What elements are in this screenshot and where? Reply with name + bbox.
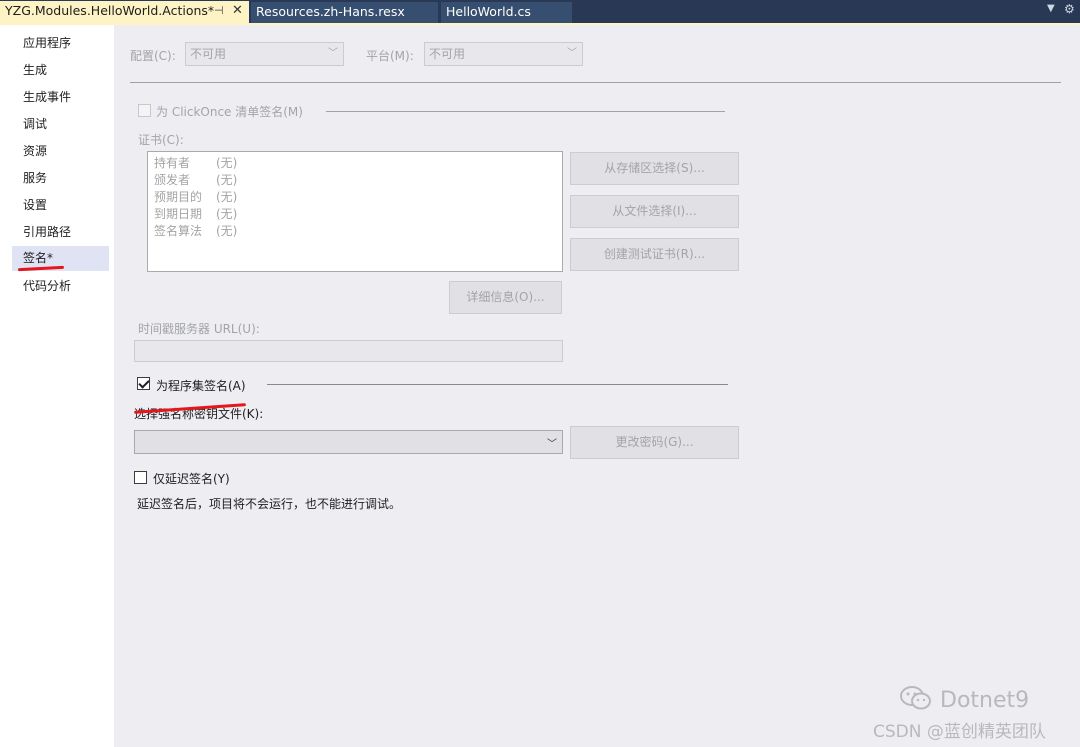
tab-label: HelloWorld.cs [446,4,531,19]
config-label: 配置(C): [130,49,176,63]
clickonce-label: 为 ClickOnce 清单签名(M) [156,105,303,119]
config-value: 不可用 [190,47,227,61]
keyfile-combo[interactable]: ﹀ [134,430,563,454]
chevron-down-icon: ﹀ [547,439,557,450]
nav-item-debug[interactable]: 调试 [12,112,109,137]
delay-sign-checkbox[interactable] [134,471,147,484]
tab-resources[interactable]: Resources.zh-Hans.resx [251,2,438,23]
chevron-down-icon: ﹀ [328,48,338,59]
sign-assembly-label: 为程序集签名(A) [156,379,246,393]
nav-item-label: 签名* [23,251,54,265]
divider [130,82,1061,83]
tab-helloworld[interactable]: HelloWorld.cs [441,2,572,23]
change-password-button[interactable]: 更改密码(G)... [570,426,739,459]
nav-item-reference-paths[interactable]: 引用路径 [12,220,109,245]
nav-item-services[interactable]: 服务 [12,166,109,191]
cert-row: 签名算法 (无) [154,224,238,238]
gear-icon[interactable]: ⚙ [1064,2,1075,16]
platform-value: 不可用 [429,47,466,61]
watermark-title: Dotnet9 [940,688,1030,713]
document-tab-strip: YZG.Modules.HelloWorld.Actions* ⊣ ✕ Reso… [0,0,1080,23]
nav-item-application[interactable]: 应用程序 [12,31,109,56]
config-combo[interactable]: 不可用 ﹀ [185,42,344,66]
cert-row: 预期目的 (无) [154,190,238,204]
nav-item-build-events[interactable]: 生成事件 [12,85,109,110]
select-from-store-button[interactable]: 从存储区选择(S)... [570,152,739,185]
nav-item-build[interactable]: 生成 [12,58,109,83]
timestamp-label: 时间戳服务器 URL(U): [138,322,260,336]
sign-assembly-checkbox[interactable] [137,377,150,390]
dropdown-icon[interactable]: ▼ [1047,3,1055,14]
platform-combo[interactable]: 不可用 ﹀ [424,42,583,66]
select-from-file-button[interactable]: 从文件选择(I)... [570,195,739,228]
section-divider [326,111,725,112]
timestamp-url-input[interactable] [134,340,563,362]
tab-label: YZG.Modules.HelloWorld.Actions* [5,3,215,18]
nav-item-resources[interactable]: 资源 [12,139,109,164]
platform-label: 平台(M): [366,49,414,63]
delay-sign-label: 仅延迟签名(Y) [153,472,230,486]
close-icon[interactable]: ✕ [232,1,243,21]
signing-page: 配置(C): 不可用 ﹀ 平台(M): 不可用 ﹀ 为 ClickOnce 清单… [114,25,1080,747]
cert-row: 持有者 (无) [154,156,238,170]
clickonce-checkbox[interactable] [138,104,151,117]
cert-row: 颁发者 (无) [154,173,238,187]
more-details-button[interactable]: 详细信息(O)... [449,281,562,314]
pin-icon[interactable]: ⊣ [214,1,224,21]
watermark-subtitle: CSDN @蓝创精英团队 [873,722,1046,742]
chevron-down-icon: ﹀ [567,48,577,59]
wechat-icon [900,686,931,710]
tab-label: Resources.zh-Hans.resx [256,4,405,19]
property-page-nav: 应用程序 生成 生成事件 调试 资源 服务 设置 引用路径 签名* 代码分析 [0,25,127,747]
cert-label: 证书(C): [138,133,184,147]
tab-signing-project[interactable]: YZG.Modules.HelloWorld.Actions* ⊣ ✕ [0,1,249,23]
nav-item-code-analysis[interactable]: 代码分析 [12,274,109,299]
certificate-info-box: 持有者 (无) 颁发者 (无) 预期目的 (无) 到期日期 (无) 签名算法 (无) [147,151,563,272]
cert-row: 到期日期 (无) [154,207,238,221]
section-divider [267,384,728,385]
create-test-cert-button[interactable]: 创建测试证书(R)... [570,238,739,271]
delay-sign-note: 延迟签名后，项目将不会运行，也不能进行调试。 [137,497,402,511]
nav-item-settings[interactable]: 设置 [12,193,109,218]
